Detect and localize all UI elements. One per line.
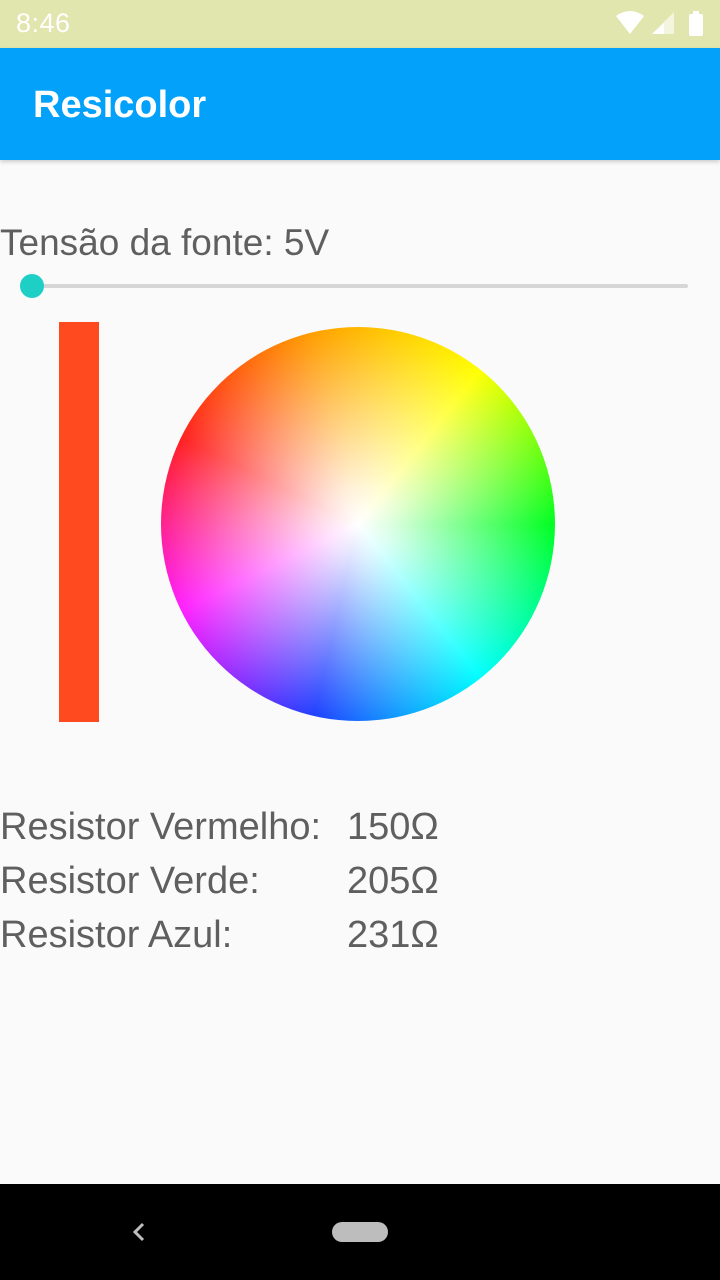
selected-color-preview [59, 322, 99, 722]
status-bar: 8:46 [0, 0, 720, 48]
resistor-label: Resistor Azul: [0, 914, 233, 956]
resistor-label: Resistor Vermelho: [0, 806, 322, 848]
home-pill-icon[interactable] [332, 1222, 388, 1242]
main-content: Tensão da fonte: 5V Resistor Vermelho: 1… [0, 160, 720, 1184]
battery-icon [689, 11, 703, 36]
resistor-value: 150Ω [347, 806, 439, 848]
voltage-label: Tensão da fonte: 5V [0, 222, 330, 263]
voltage-slider-thumb[interactable] [20, 274, 44, 298]
resistor-value: 231Ω [347, 914, 439, 956]
back-icon[interactable] [128, 1220, 148, 1249]
color-wheel-picker[interactable] [161, 327, 555, 721]
resistor-value: 205Ω [347, 860, 439, 902]
status-time: 8:46 [16, 8, 71, 38]
app-bar: Resicolor [0, 48, 720, 160]
status-icons [614, 10, 706, 38]
wifi-icon [616, 11, 644, 34]
app-title: Resicolor [33, 84, 207, 126]
cell-signal-icon [652, 12, 674, 34]
voltage-slider-track[interactable] [32, 284, 688, 288]
resistor-label: Resistor Verde: [0, 860, 260, 902]
